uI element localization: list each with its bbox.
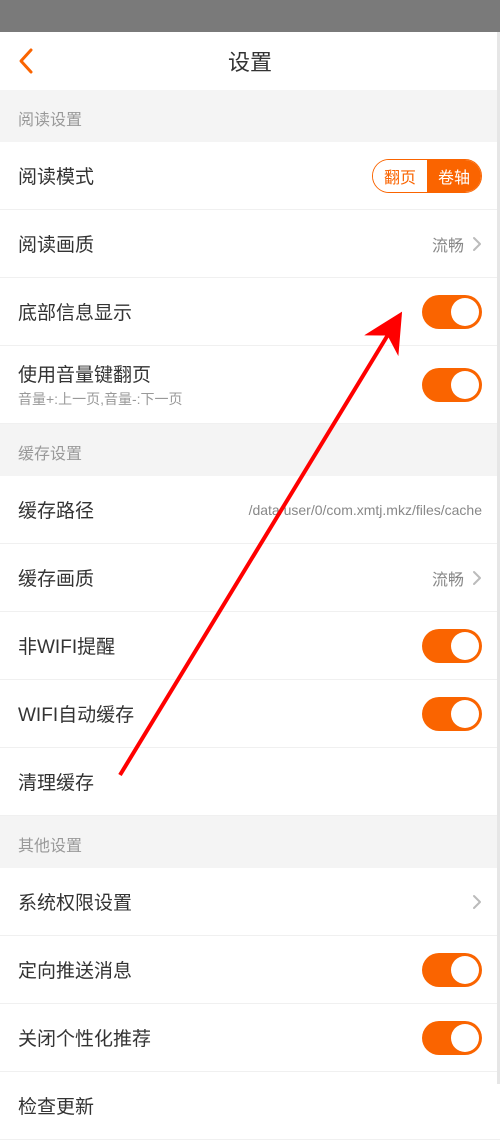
row-label: 底部信息显示: [18, 298, 132, 325]
section-header-reading: 阅读设置: [0, 90, 500, 142]
row-value: 流畅: [432, 566, 464, 590]
row-label: 缓存路径: [18, 496, 94, 523]
row-label: 定向推送消息: [18, 956, 132, 983]
chevron-right-icon: [472, 894, 482, 910]
page-title: 设置: [228, 45, 272, 77]
row-permissions[interactable]: 系统权限设置: [0, 868, 500, 936]
row-wifi-auto: WIFI自动缓存: [0, 680, 500, 748]
seg-page-flip[interactable]: 翻页: [373, 160, 427, 192]
row-label: 清理缓存: [18, 768, 94, 795]
row-label: WIFI自动缓存: [18, 700, 134, 727]
row-label: 非WIFI提醒: [18, 632, 115, 659]
row-bottom-info: 底部信息显示: [0, 278, 500, 346]
row-reading-mode: 阅读模式 翻页 卷轴: [0, 142, 500, 210]
row-personalization: 关闭个性化推荐: [0, 1004, 500, 1072]
row-update[interactable]: 检查更新: [0, 1072, 500, 1140]
toggle-wifi-remind[interactable]: [422, 629, 482, 663]
row-cache-path[interactable]: 缓存路径 /data/user/0/com.xmtj.mkz/files/cac…: [0, 476, 500, 544]
toggle-volume-keys[interactable]: [422, 368, 482, 402]
chevron-right-icon: [472, 570, 482, 586]
row-value: /data/user/0/com.xmtj.mkz/files/cache: [249, 502, 482, 518]
row-label: 缓存画质: [18, 564, 94, 591]
seg-scroll[interactable]: 卷轴: [427, 160, 481, 192]
toggle-wifi-auto[interactable]: [422, 697, 482, 731]
row-label: 使用音量键翻页: [18, 360, 183, 387]
row-reading-quality[interactable]: 阅读画质 流畅: [0, 210, 500, 278]
row-wifi-remind: 非WIFI提醒: [0, 612, 500, 680]
section-header-cache: 缓存设置: [0, 424, 500, 476]
row-label: 阅读画质: [18, 230, 94, 257]
row-push: 定向推送消息: [0, 936, 500, 1004]
header: 设置: [0, 32, 500, 90]
row-sublabel: 音量+:上一页,音量-:下一页: [18, 389, 183, 409]
reading-mode-segmented[interactable]: 翻页 卷轴: [372, 159, 482, 193]
row-label: 关闭个性化推荐: [18, 1024, 151, 1051]
back-icon: [17, 47, 35, 75]
row-label: 阅读模式: [18, 162, 94, 189]
row-value: 流畅: [432, 232, 464, 256]
status-bar: [0, 0, 500, 32]
chevron-right-icon: [472, 236, 482, 252]
row-clear-cache[interactable]: 清理缓存: [0, 748, 500, 816]
back-button[interactable]: [14, 49, 38, 73]
toggle-push[interactable]: [422, 953, 482, 987]
row-volume-keys: 使用音量键翻页 音量+:上一页,音量-:下一页: [0, 346, 500, 424]
section-header-other: 其他设置: [0, 816, 500, 868]
toggle-personalization[interactable]: [422, 1021, 482, 1055]
row-label: 检查更新: [18, 1092, 94, 1119]
row-cache-quality[interactable]: 缓存画质 流畅: [0, 544, 500, 612]
toggle-bottom-info[interactable]: [422, 295, 482, 329]
row-label: 系统权限设置: [18, 888, 132, 915]
